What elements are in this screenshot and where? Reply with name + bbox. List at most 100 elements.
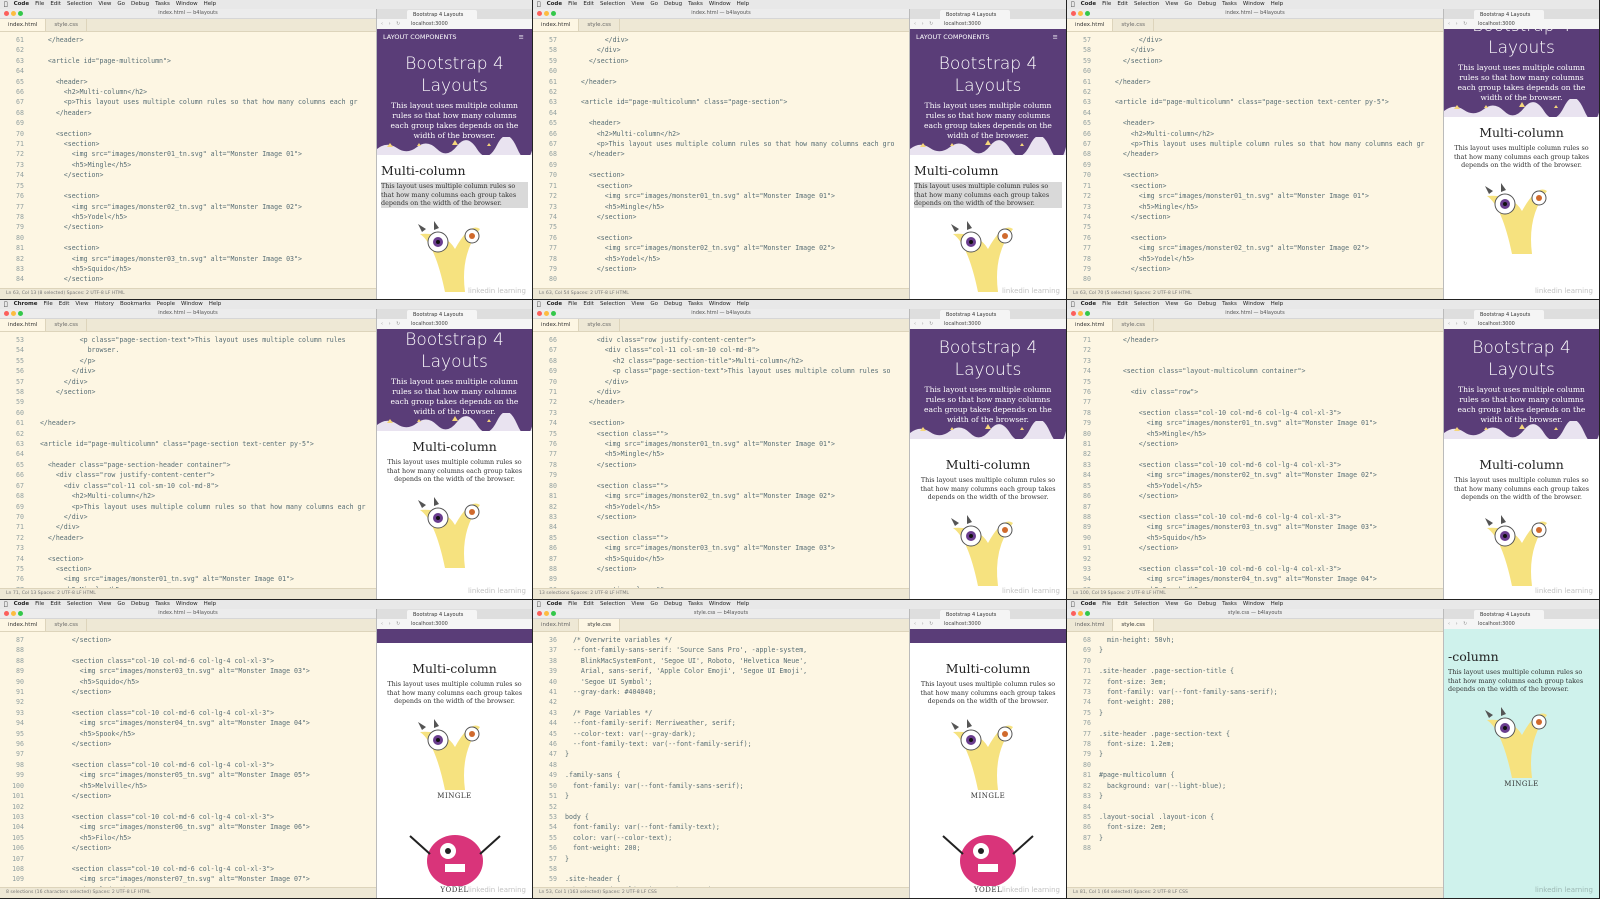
menu-item[interactable]: Tasks [1222,0,1237,9]
menu-item[interactable]: Edit [583,0,594,9]
zoom-window-icon[interactable] [1085,311,1090,316]
browser-tab[interactable]: Bootstrap 4 Layouts [940,610,1010,619]
menu-item[interactable]: Code [1081,600,1096,609]
menu-item[interactable]: Code [547,0,562,9]
close-window-icon[interactable] [4,311,9,316]
menu-item[interactable]: View [631,0,644,9]
nav-arrows-icon[interactable]: ‹ › ↻ [1448,619,1469,629]
nav-arrows-icon[interactable]: ‹ › ↻ [381,19,402,29]
menu-item[interactable]: Tasks [155,600,170,609]
menu-item[interactable]: Window [709,600,731,609]
menu-item[interactable]: Edit [50,600,61,609]
menu-item[interactable]: Help [204,0,217,9]
browser-tab[interactable]: Bootstrap 4 Layouts [1474,10,1544,19]
menu-item[interactable]: Window [176,0,198,9]
code-area[interactable]: 68 min-height: 50vh; 69} 70 71 .site-header … [1067,631,1443,888]
menu-item[interactable]: Edit [1117,600,1128,609]
apple-menu-icon[interactable]:  [1071,300,1075,309]
minimize-window-icon[interactable] [11,11,16,16]
nav-arrows-icon[interactable]: ‹ › ↻ [914,319,935,329]
menu-item[interactable]: File [568,300,577,309]
menu-item[interactable]: Help [737,600,750,609]
code-area[interactable]: 66 <div class="row justify-content-cente… [533,331,909,589]
menu-item[interactable]: Debug [1198,0,1216,9]
minimize-window-icon[interactable] [11,311,16,316]
menu-item[interactable]: File [44,300,53,309]
menu-item[interactable]: Selection [67,0,92,9]
zoom-window-icon[interactable] [18,11,23,16]
hamburger-menu-icon[interactable]: ≡ [1053,29,1058,45]
menu-item[interactable]: File [1102,600,1111,609]
menu-item[interactable]: View [1165,600,1178,609]
menu-item[interactable]: File [35,600,44,609]
menu-item[interactable]: Tasks [688,600,703,609]
menu-item[interactable]: Go [650,600,658,609]
browser-tab[interactable]: Bootstrap 4 Layouts [1474,610,1544,619]
menu-item[interactable]: Window [709,300,731,309]
menu-item[interactable]: Debug [1198,300,1216,309]
browser-tab[interactable]: Bootstrap 4 Layouts [407,610,477,619]
menu-item[interactable]: Debug [131,600,149,609]
menu-item[interactable]: Help [737,300,750,309]
menu-item[interactable]: Debug [664,300,682,309]
minimize-window-icon[interactable] [544,311,549,316]
close-window-icon[interactable] [1071,311,1076,316]
editor-tab[interactable]: style.css [1113,19,1155,31]
menu-item[interactable]: Debug [664,600,682,609]
menu-item[interactable]: Tasks [1222,300,1237,309]
menu-item[interactable]: Window [709,0,731,9]
close-window-icon[interactable] [1071,611,1076,616]
menu-item[interactable]: Go [117,0,125,9]
apple-menu-icon[interactable]:  [4,600,8,609]
editor-tab[interactable]: style.css [579,319,621,331]
menu-item[interactable]: Help [1271,0,1284,9]
menu-item[interactable]: Help [204,600,217,609]
browser-tab[interactable]: Bootstrap 4 Layouts [1474,310,1544,319]
nav-arrows-icon[interactable]: ‹ › ↻ [1448,19,1469,29]
editor-tab[interactable]: style.css [46,319,88,331]
menu-item[interactable]: Go [117,600,125,609]
menu-item[interactable]: Go [650,300,658,309]
menu-item[interactable]: Edit [1117,300,1128,309]
apple-menu-icon[interactable]:  [537,0,541,9]
editor-tab[interactable]: index.html [0,319,47,331]
menu-item[interactable]: Go [1184,600,1192,609]
nav-arrows-icon[interactable]: ‹ › ↻ [381,319,402,329]
menu-item[interactable]: Go [1184,0,1192,9]
menu-item[interactable]: Window [181,300,203,309]
menu-item[interactable]: Tasks [688,300,703,309]
editor-tab[interactable]: style.css [1113,619,1155,631]
editor-tab[interactable]: style.css [46,619,88,631]
minimize-window-icon[interactable] [1078,611,1083,616]
browser-tab[interactable]: Bootstrap 4 Layouts [940,10,1010,19]
menu-item[interactable]: Window [176,600,198,609]
menu-item[interactable]: Code [14,0,29,9]
menu-item[interactable]: Help [209,300,222,309]
menu-item[interactable]: Window [1243,300,1265,309]
menu-item[interactable]: View [75,300,88,309]
minimize-window-icon[interactable] [1078,11,1083,16]
menu-item[interactable]: Debug [1198,600,1216,609]
menu-item[interactable]: History [94,300,114,309]
code-area[interactable]: 71 </header> 72 73 74 <section class="layou… [1067,331,1443,589]
menu-item[interactable]: Edit [1117,0,1128,9]
menu-item[interactable]: Selection [1134,0,1159,9]
editor-tab[interactable]: index.html [533,319,580,331]
editor-tab[interactable]: index.html [533,19,580,31]
editor-tab[interactable]: index.html [0,619,47,631]
editor-tab[interactable]: index.html [0,19,47,31]
menu-item[interactable]: Go [650,0,658,9]
menu-item[interactable]: Selection [67,600,92,609]
menu-item[interactable]: Selection [1134,300,1159,309]
menu-item[interactable]: Help [737,0,750,9]
menu-item[interactable]: Selection [600,600,625,609]
browser-tab[interactable]: Bootstrap 4 Layouts [407,10,477,19]
close-window-icon[interactable] [537,611,542,616]
menu-item[interactable]: View [1165,0,1178,9]
menu-item[interactable]: View [631,600,644,609]
menu-item[interactable]: Code [547,600,562,609]
editor-tab[interactable]: style.css [1113,319,1155,331]
menu-item[interactable]: File [568,600,577,609]
menu-item[interactable]: Debug [664,0,682,9]
code-area[interactable]: 57 </div> 58 </div> 59 </section> 60 61 </he… [533,31,909,289]
